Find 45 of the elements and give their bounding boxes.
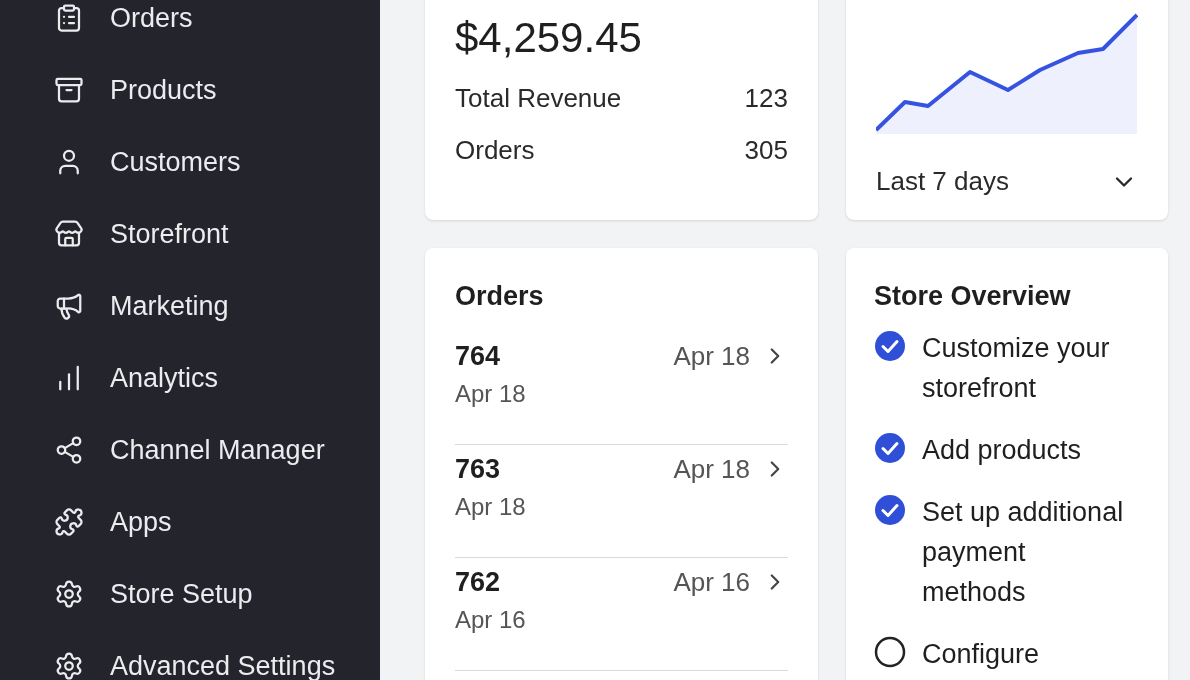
stat-label: Orders — [455, 134, 535, 167]
order-row[interactable]: 762 Apr 16 Apr 16 — [455, 558, 788, 671]
order-date: Apr 18 — [673, 339, 750, 373]
order-row[interactable]: 764 Apr 18 Apr 18 — [455, 332, 788, 445]
order-date: Apr 18 — [673, 452, 750, 486]
revenue-amount: $4,259.45 — [455, 13, 643, 63]
megaphone-icon — [54, 291, 84, 321]
stat-value: 305 — [744, 134, 788, 167]
card-title: Store Overview — [874, 280, 1072, 313]
sidebar-item[interactable]: Storefront — [0, 198, 380, 270]
puzzle-icon — [54, 507, 84, 537]
sidebar-item[interactable]: Store Setup — [0, 558, 380, 630]
box-icon — [54, 75, 84, 105]
period-dropdown[interactable]: Last 7 days — [876, 162, 1138, 201]
checked-icon[interactable] — [874, 494, 906, 526]
sidebar-item[interactable]: Channel Manager — [0, 414, 380, 486]
order-subdate: Apr 18 — [455, 492, 526, 522]
card-title: Orders — [455, 280, 545, 313]
sidebar-item[interactable]: Products — [0, 54, 380, 126]
task-label: Customize your storefront — [922, 332, 1111, 405]
order-number: 762 — [455, 566, 502, 599]
checked-icon[interactable] — [874, 432, 906, 464]
unchecked-icon[interactable] — [874, 636, 906, 668]
gear-icon — [54, 579, 84, 609]
stat-label: Total Revenue — [455, 82, 622, 115]
order-row[interactable]: 763 Apr 18 Apr 18 — [455, 445, 788, 558]
task-label: Configure — [922, 638, 1040, 671]
task-label: Add products — [922, 434, 1082, 467]
sidebar-item[interactable]: Marketing — [0, 270, 380, 342]
order-subdate: Apr 16 — [455, 605, 526, 635]
sidebar-item[interactable]: Customers — [0, 126, 380, 198]
store-icon — [54, 219, 84, 249]
order-date: Apr 16 — [673, 565, 750, 599]
task-label: Set up additional payment methods — [922, 496, 1125, 609]
order-subdate: Apr 18 — [455, 379, 526, 409]
checked-icon[interactable] — [874, 330, 906, 362]
sidebar-item[interactable]: Apps — [0, 486, 380, 558]
sidebar-item[interactable]: Analytics — [0, 342, 380, 414]
stat-value: 123 — [744, 82, 788, 115]
sidebar-item[interactable]: Orders — [0, 0, 380, 54]
order-number: 763 — [455, 453, 502, 486]
gear-icon — [54, 651, 84, 680]
sidebar-item[interactable]: Advanced Settings — [0, 630, 380, 680]
share-icon — [54, 435, 84, 465]
order-number: 764 — [455, 340, 502, 373]
